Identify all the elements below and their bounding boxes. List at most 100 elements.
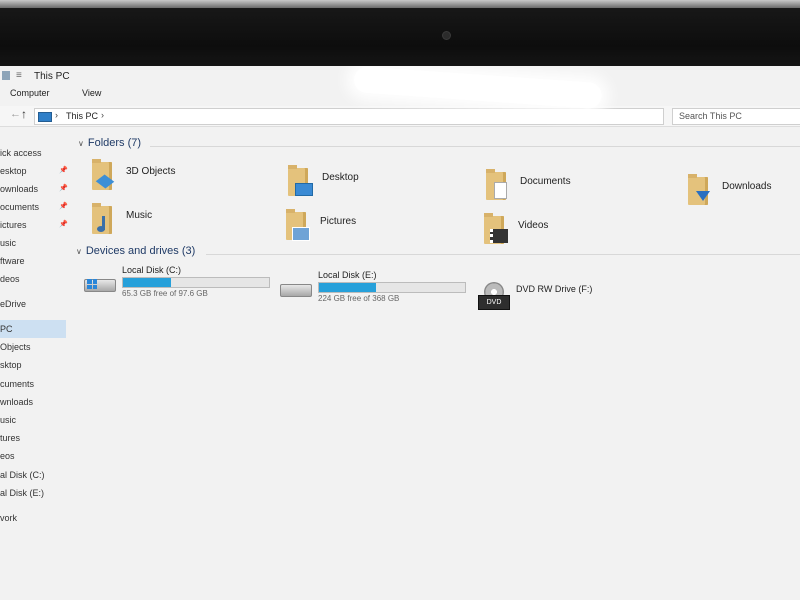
folder-name: Pictures [320, 216, 357, 227]
system-drive-icon [84, 279, 116, 292]
content-pane: ∨ Folders (7) 3D Objects Desktop Document… [70, 126, 800, 600]
folder-documents[interactable]: Documents [486, 168, 676, 204]
drive-local-disk-e[interactable]: Local Disk (E:) 224 GB free of 368 GB [280, 270, 480, 314]
folder-desktop[interactable]: Desktop [288, 164, 478, 200]
sidebar-item-desktop[interactable]: esktop 📌 [0, 162, 68, 180]
collapse-chevron-icon[interactable]: ∨ [78, 139, 84, 148]
folder-downloads[interactable]: Downloads [688, 173, 800, 209]
folders-group-title: Folders (7) [87, 137, 142, 149]
pin-icon: 📌 [59, 221, 68, 228]
sidebar-item-pictures[interactable]: ictures 📌 [0, 216, 68, 234]
breadcrumb-chevron-icon[interactable]: › [101, 110, 104, 120]
sidebar-item-music[interactable]: usic [0, 234, 66, 252]
navigation-pane: ick access esktop 📌 ownloads 📌 ocuments 📌 i… [0, 127, 68, 600]
sidebar-item-label: ftware [0, 256, 25, 266]
drive-name: DVD RW Drive (F:) [516, 284, 593, 294]
sidebar-item-network[interactable]: vork [0, 509, 66, 527]
sidebar-item-label: PC [0, 324, 13, 334]
drive-free-space: 65.3 GB free of 97.6 GB [122, 289, 208, 298]
downloads-folder-icon [688, 174, 710, 205]
sidebar-item-label: ictures [0, 220, 27, 230]
folders-group-header[interactable]: ∨ Folders (7) [78, 137, 141, 149]
drives-group-title: Devices and drives (3) [85, 245, 196, 257]
sidebar-item-label: ownloads [0, 184, 39, 194]
sidebar-item-videos-pc[interactable]: eos [0, 447, 66, 465]
sidebar-item-onedrive[interactable]: eDrive [0, 295, 66, 313]
folder-name: Videos [518, 220, 549, 231]
navigation-bar: ← ↑ › This PC › ⌄ ↻ Search This PC [0, 106, 800, 127]
windows-logo-icon [87, 279, 97, 289]
folder-name: 3D Objects [126, 166, 176, 177]
sidebar-item-local-disk-e[interactable]: al Disk (E:) [0, 484, 66, 502]
drive-name: Local Disk (C:) [122, 265, 182, 275]
sidebar-item-label: cuments [0, 379, 35, 389]
sidebar-item-label: tures [0, 433, 21, 443]
folder-name: Downloads [722, 181, 772, 192]
sidebar-item-label: vork [0, 513, 18, 523]
sidebar-item-software[interactable]: ftware [0, 252, 66, 270]
window-title: This PC [34, 71, 70, 82]
sidebar-item-quick-access[interactable]: ick access [0, 144, 66, 162]
sidebar-item-music-pc[interactable]: usic [0, 411, 66, 429]
sidebar-item-label: eDrive [0, 299, 27, 309]
up-arrow-icon[interactable]: ↑ [21, 107, 27, 121]
drive-usage-bar [318, 282, 466, 293]
sidebar-item-label: usic [0, 238, 17, 248]
sidebar-item-label: Objects [0, 342, 31, 352]
sidebar-item-label: ocuments [0, 202, 40, 212]
folder-name: Music [126, 210, 153, 221]
group-divider [206, 254, 800, 255]
sidebar-item-label: deos [0, 274, 20, 284]
sidebar-item-videos[interactable]: deos [0, 270, 66, 288]
laptop-bezel [0, 0, 800, 66]
dvd-drive-icon: DVD [478, 282, 510, 312]
pin-icon: 📌 [59, 167, 68, 174]
sidebar-item-desktop-pc[interactable]: sktop [0, 356, 66, 374]
sidebar-item-label: al Disk (C:) [0, 470, 45, 480]
pictures-folder-icon [286, 209, 310, 241]
webcam [442, 31, 451, 40]
sidebar-item-label: usic [0, 415, 17, 425]
bezel-edge [0, 0, 800, 8]
sidebar-item-local-disk-c[interactable]: al Disk (C:) [0, 466, 66, 484]
drive-dvd-rw-f[interactable]: DVD DVD RW Drive (F:) [478, 278, 678, 322]
sidebar-item-documents[interactable]: ocuments 📌 [0, 198, 68, 216]
videos-folder-icon [484, 213, 508, 244]
folder-name: Documents [520, 176, 571, 187]
music-folder-icon [92, 203, 112, 234]
breadcrumb-chevron-icon[interactable]: › [55, 110, 58, 120]
ribbon-tabs: Computer View [10, 88, 131, 98]
sidebar-item-label: ick access [0, 148, 42, 158]
this-pc-icon [38, 112, 52, 122]
explorer-icon [2, 71, 10, 80]
sidebar-item-documents-pc[interactable]: cuments [0, 375, 66, 393]
drive-name: Local Disk (E:) [318, 270, 377, 280]
dvd-badge: DVD [478, 295, 510, 310]
breadcrumb-this-pc[interactable]: This PC [66, 111, 98, 121]
sidebar-item-label: wnloads [0, 397, 34, 407]
collapse-chevron-icon[interactable]: ∨ [76, 247, 82, 256]
search-input[interactable]: Search This PC [672, 108, 800, 125]
tab-computer[interactable]: Computer [10, 88, 50, 98]
address-bar[interactable]: › This PC › ⌄ ↻ [34, 108, 694, 125]
sidebar-item-3d-objects[interactable]: Objects [0, 338, 66, 356]
sidebar-item-downloads[interactable]: ownloads 📌 [0, 180, 68, 198]
tab-view[interactable]: View [82, 88, 101, 98]
drives-group-header[interactable]: ∨ Devices and drives (3) [76, 245, 195, 257]
folder-pictures[interactable]: Pictures [286, 208, 476, 244]
drive-usage-bar [122, 277, 270, 288]
pin-icon: 📌 [59, 203, 68, 210]
folder-name: Desktop [322, 172, 359, 183]
back-arrow-icon[interactable]: ← [10, 108, 21, 120]
sidebar-item-downloads-pc[interactable]: wnloads [0, 393, 66, 411]
folder-videos[interactable]: Videos [484, 212, 674, 248]
3d-objects-folder-icon [92, 159, 115, 190]
desktop-folder-icon [288, 165, 313, 196]
sidebar-item-pictures-pc[interactable]: tures [0, 429, 66, 447]
sidebar-item-label: sktop [0, 360, 22, 370]
quick-access-toolbar-icon[interactable]: ≡ [16, 70, 22, 81]
drive-local-disk-c[interactable]: Local Disk (C:) 65.3 GB free of 97.6 GB [84, 265, 284, 309]
folder-music[interactable]: Music [92, 202, 282, 238]
sidebar-item-this-pc[interactable]: PC [0, 320, 66, 338]
folder-3d-objects[interactable]: 3D Objects [92, 158, 282, 194]
